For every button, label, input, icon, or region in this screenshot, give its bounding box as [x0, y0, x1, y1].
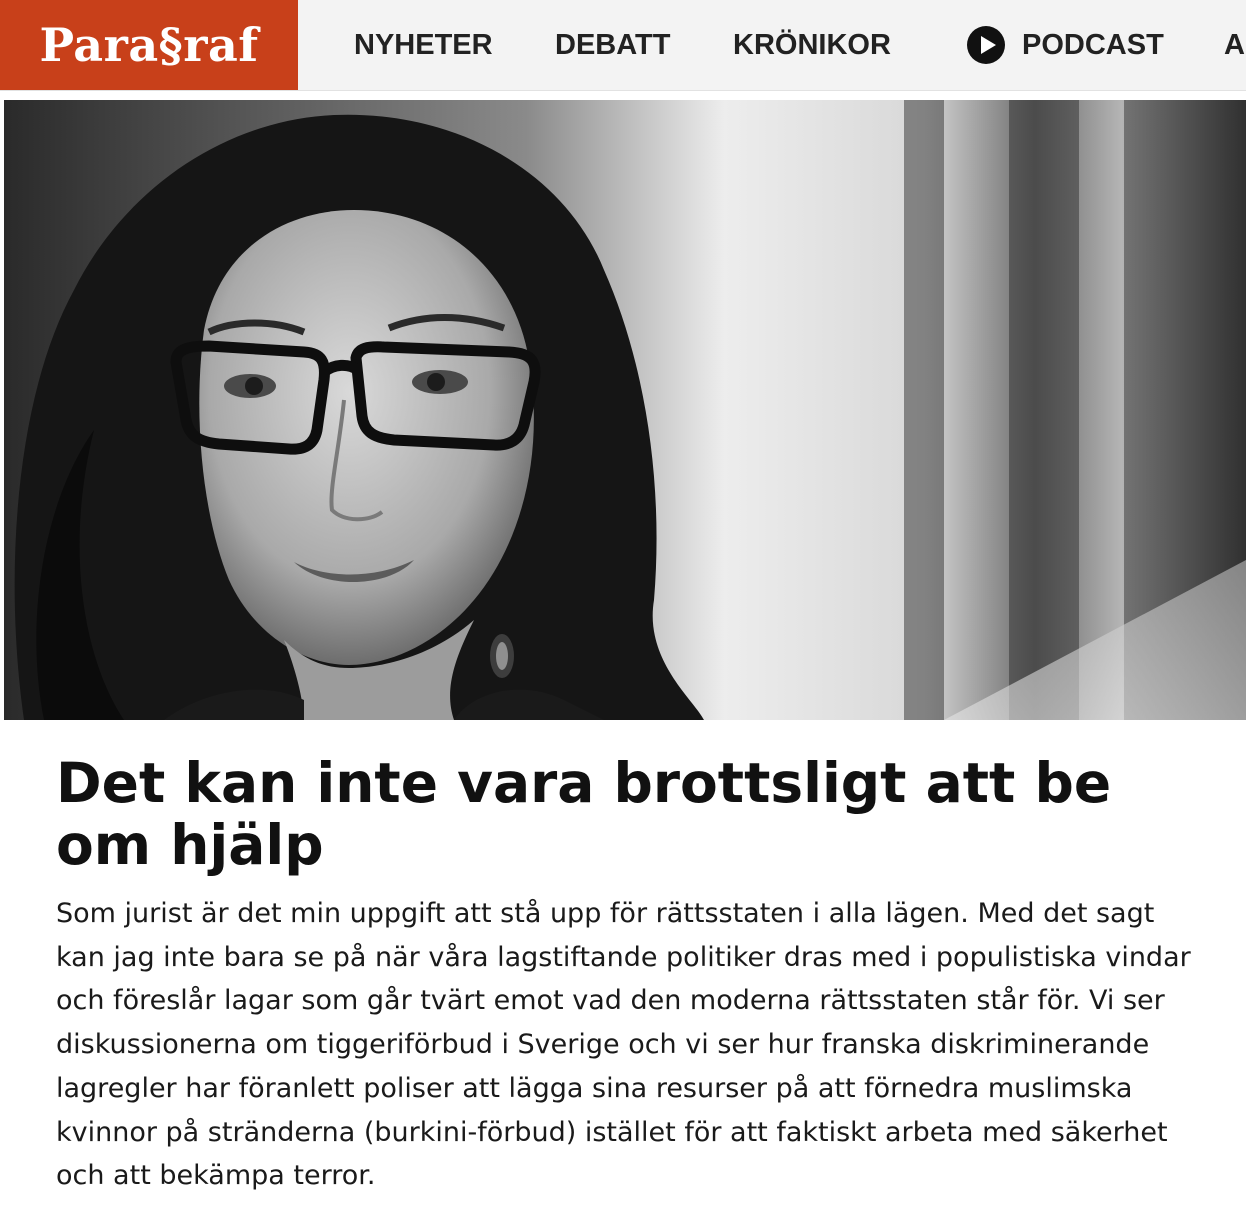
nav-item-podcast[interactable]: PODCAST — [966, 0, 1164, 90]
nav-item-kronikor[interactable]: KRÖNIKOR — [733, 0, 891, 90]
play-icon — [966, 25, 1006, 65]
nav-item-nyheter[interactable]: NYHETER — [354, 0, 493, 90]
article-hero-image — [4, 100, 1246, 720]
nav-item-truncated[interactable]: A — [1224, 0, 1245, 90]
site-logo-text: Para§raf — [39, 18, 259, 72]
author-portrait-photo — [4, 100, 1246, 720]
top-navigation-bar: Para§raf NYHETER DEBATT KRÖNIKOR PODCAST… — [0, 0, 1246, 91]
article-title: Det kan inte vara brottsligt att be om h… — [56, 751, 1112, 877]
nav-item-debatt[interactable]: DEBATT — [555, 0, 670, 90]
article-lead: Som jurist är det min uppgift att stå up… — [56, 898, 1191, 1192]
nav-item-podcast-label: PODCAST — [1022, 28, 1164, 61]
site-logo[interactable]: Para§raf — [0, 0, 298, 90]
